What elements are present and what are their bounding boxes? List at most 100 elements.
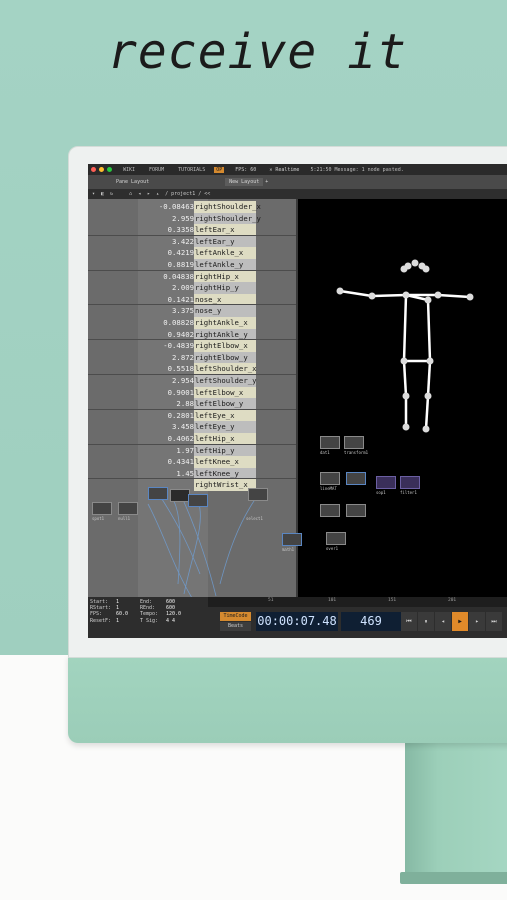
- channel-value: 0.4219: [167, 248, 194, 258]
- node-label: spot1: [92, 516, 105, 521]
- channel-name: rightHip_y: [194, 282, 256, 294]
- add-tab-button[interactable]: +: [265, 179, 268, 185]
- node-label: filter1: [400, 490, 417, 495]
- refresh-icon[interactable]: ↻: [110, 191, 113, 197]
- up-icon[interactable]: ▴: [156, 191, 159, 197]
- step-back-button[interactable]: ◂: [435, 612, 451, 631]
- table-row: 2.959 rightShoulder_y: [88, 212, 296, 225]
- table-row: 0.08828 rightAnkle_x: [88, 317, 296, 329]
- channel-name: leftEye_x: [194, 409, 256, 422]
- node-label: math1: [282, 547, 295, 552]
- node-op[interactable]: [118, 502, 138, 515]
- ruler-tick: 201: [448, 598, 457, 603]
- app-screen: WIKI FORUM TUTORIALS OP FPS: 60 ✕ Realti…: [88, 164, 507, 638]
- node-op[interactable]: [148, 487, 168, 500]
- table-row: 2.872 rightElbow_y: [88, 351, 296, 364]
- skip-start-button[interactable]: ⏮: [401, 612, 417, 631]
- table-row: 2.954 leftShoulder_y: [88, 375, 296, 387]
- node-label: lineMAT: [320, 486, 337, 491]
- pane-tabs: Pane Layout New Layout +: [88, 175, 507, 189]
- timeline-bar: 51 101 151 201 Start: 1 End: 600 RStart: 1 RE…: [88, 597, 507, 638]
- network-path[interactable]: / project1 / <<: [165, 191, 210, 197]
- table-row: 3.458 leftEye_y: [88, 421, 296, 433]
- close-window-icon[interactable]: [91, 167, 96, 172]
- node-op[interactable]: [248, 488, 268, 501]
- channel-name: rightShoulder_y: [194, 212, 261, 225]
- table-row: -0.4839 rightElbow_x: [88, 340, 296, 352]
- table-row: 3.375 nose_y: [88, 305, 296, 317]
- forward-icon[interactable]: ▸: [147, 191, 150, 197]
- node-label: sop1: [376, 490, 386, 495]
- monitor-stand-base: [400, 872, 507, 884]
- node-op[interactable]: [320, 472, 340, 485]
- node-op[interactable]: [188, 494, 208, 507]
- node-label: over1: [326, 546, 339, 551]
- node-op[interactable]: [326, 532, 346, 545]
- table-row: 0.4219 leftAnkle_x: [88, 247, 296, 259]
- node-op[interactable]: [282, 533, 302, 546]
- node-op[interactable]: [320, 504, 340, 517]
- home-icon[interactable]: ⌂: [129, 191, 132, 197]
- menu-forum[interactable]: FORUM: [149, 167, 164, 173]
- play-button[interactable]: ▶: [452, 612, 468, 631]
- channel-value: 0.04838: [163, 271, 194, 281]
- node-op[interactable]: [376, 476, 396, 489]
- channel-name: leftShoulder_y: [194, 375, 257, 387]
- channel-name: rightShoulder_x: [194, 201, 261, 213]
- channel-name: leftElbow_x: [194, 386, 256, 399]
- node-label: null1: [118, 516, 131, 521]
- channel-value: -0.08463: [158, 202, 194, 211]
- realtime-toggle[interactable]: ✕ Realtime: [269, 167, 299, 173]
- channel-name: rightElbow_x: [194, 340, 256, 352]
- skip-end-button[interactable]: ⏭: [486, 612, 502, 631]
- op-badge[interactable]: OP: [214, 166, 225, 173]
- channel-value: 0.08828: [163, 318, 194, 327]
- timeline-ruler[interactable]: 51 101 151 201: [208, 597, 507, 607]
- node-op[interactable]: [320, 436, 340, 449]
- channel-name: rightAnkle_x: [194, 317, 256, 329]
- menu-tutorials[interactable]: TUTORIALS: [178, 167, 205, 173]
- split-pane-icon[interactable]: ◧: [101, 191, 104, 197]
- node-op[interactable]: [346, 472, 366, 485]
- table-row: 0.2801 leftEye_x: [88, 409, 296, 422]
- frame-display[interactable]: 469: [341, 612, 401, 631]
- beats-mode-button[interactable]: Beats: [220, 622, 251, 631]
- monitor-chin: [68, 655, 507, 743]
- back-icon[interactable]: ◂: [138, 191, 141, 197]
- new-layout-tab[interactable]: New Layout: [225, 178, 264, 186]
- pause-button[interactable]: ⏸: [418, 612, 434, 631]
- node-op[interactable]: [92, 502, 112, 515]
- timeline-settings: Start: 1 End: 600 RStart: 1 REnd: 600 FPS: 60.0…: [90, 599, 208, 624]
- menu-wiki[interactable]: WIKI: [123, 167, 135, 173]
- table-row: 1.97 leftHip_y: [88, 444, 296, 457]
- timecode-mode-button[interactable]: TimeCode: [220, 612, 251, 621]
- table-row: 0.4341 leftKnee_x: [88, 456, 296, 468]
- channel-name: nose_y: [194, 305, 256, 317]
- monitor-stand: [405, 740, 507, 882]
- minimize-window-icon[interactable]: [99, 167, 104, 172]
- channel-value: -0.4839: [163, 341, 194, 351]
- pane-layout-tab[interactable]: Pane Layout: [116, 179, 149, 185]
- node-label: select1: [246, 516, 263, 521]
- channel-name: rightElbow_y: [194, 351, 256, 364]
- table-row: 3.422 leftEar_y: [88, 235, 296, 248]
- channel-value: 0.2801: [167, 410, 194, 420]
- step-forward-button[interactable]: ▸: [469, 612, 485, 631]
- node-op[interactable]: [400, 476, 420, 489]
- node-op[interactable]: [170, 489, 190, 502]
- path-bar: ▾ ◧ ↻ ⌂ ◂ ▸ ▴ / project1 / << ⊡: [88, 189, 507, 199]
- maximize-window-icon[interactable]: [107, 167, 112, 172]
- node-op[interactable]: [344, 436, 364, 449]
- transport-controls: ⏮ ⏸ ◂ ▶ ▸ ⏭: [401, 612, 502, 631]
- channel-value: 3.375: [172, 306, 194, 316]
- status-message: 5:21:50 Message: 1 node pasted.: [310, 166, 404, 173]
- channel-value: 2.954: [172, 376, 194, 385]
- tsig-field[interactable]: 4 4: [166, 618, 190, 624]
- node-op[interactable]: [346, 504, 366, 517]
- pane-menu-icon[interactable]: ▾: [92, 191, 95, 197]
- fps-readout: FPS: 60: [235, 166, 257, 173]
- resetf-field[interactable]: 1: [116, 618, 140, 624]
- timecode-display[interactable]: 00:00:07.48: [256, 612, 338, 631]
- node-label: transform1: [344, 450, 369, 455]
- channel-name: leftHip_y: [194, 444, 256, 457]
